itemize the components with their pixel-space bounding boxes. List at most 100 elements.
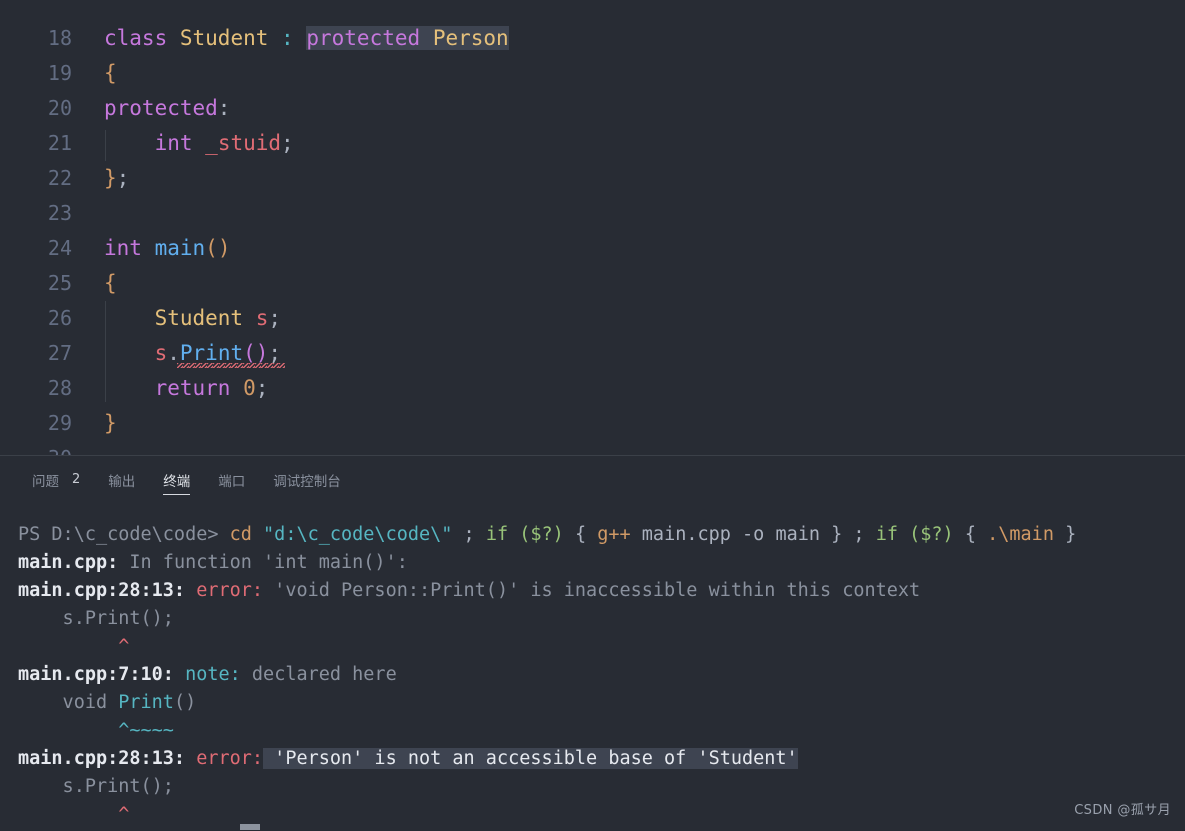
message-file: main.cpp:28:13: <box>18 748 186 769</box>
token-semicolon: ; <box>281 131 294 155</box>
command-sep2: ; <box>842 524 876 545</box>
tab-debug-console[interactable]: 调试控制台 <box>259 456 355 503</box>
message-file: main.cpp:28:13: <box>18 580 186 601</box>
token-brace-close: } <box>104 166 117 190</box>
tab-output[interactable]: 输出 <box>94 456 149 503</box>
horizontal-scrollbar-thumb[interactable] <box>240 824 260 830</box>
terminal-source-1: s.Print(); <box>18 605 1185 633</box>
command-sep1: ; <box>452 524 486 545</box>
token-brace-open: { <box>104 61 117 85</box>
message-text: 'Person' is not an accessible base of 'S… <box>263 748 798 769</box>
token-keyword-int: int <box>104 236 142 260</box>
token-colon: : <box>217 96 231 120</box>
tab-debug-console-label: 调试控制台 <box>273 473 341 490</box>
command-compile-args: main.cpp -o main <box>641 524 821 545</box>
terminal-message-1: main.cpp:28:13: error: 'void Person::Pri… <box>18 577 1185 605</box>
terminal-source-3: s.Print(); <box>18 773 1185 801</box>
token-colon: : <box>281 26 294 50</box>
horizontal-scrollbar[interactable] <box>0 824 1185 831</box>
token-keyword-int: int <box>154 131 193 155</box>
token-type-person: Person <box>432 26 509 50</box>
code-content-25: int main() <box>104 231 230 266</box>
tab-problems-label: 问题 <box>32 473 59 490</box>
code-line-30: 30 } <box>0 406 1185 455</box>
tab-problems-count: 2 <box>72 472 81 487</box>
code-lines: 18 19 class Student : protected Person 2… <box>0 0 1185 455</box>
editor-selection: protected Person <box>306 26 509 50</box>
code-line-20: 20 { <box>0 56 1185 120</box>
code-line-21: 21 protected: <box>0 91 1185 155</box>
code-content-29: return 0; <box>104 371 269 406</box>
code-content-23: }; <box>104 161 129 196</box>
code-line-24: 24 <box>0 196 1185 260</box>
message-file: main.cpp:7:10: <box>18 664 174 685</box>
token-semicolon: ; <box>255 376 269 400</box>
terminal-command-line: PS D:\c_code\code> cd "d:\c_code\code\" … <box>18 521 1185 549</box>
tab-ports[interactable]: 端口 <box>204 456 259 503</box>
message-text: In function 'int main()': <box>118 552 408 573</box>
message-file: main.cpp: <box>18 552 119 573</box>
tab-problems[interactable]: 问题 2 <box>18 456 94 503</box>
code-content-20: { <box>104 56 117 91</box>
terminal-source-2: void Print() <box>18 692 197 713</box>
command-cd: cd <box>229 524 252 545</box>
tab-terminal[interactable]: 终端 <box>149 456 204 503</box>
code-line-26: 26 { <box>0 266 1185 330</box>
terminal-output[interactable]: PS D:\c_code\code> cd "d:\c_code\code\" … <box>0 503 1185 831</box>
code-line-19: 19 class Student : protected Person <box>0 21 1185 85</box>
tab-ports-label: 端口 <box>218 473 246 490</box>
code-line-18: 18 <box>0 0 1185 50</box>
terminal-message-3: main.cpp:28:13: error: 'Person' is not a… <box>18 745 1185 773</box>
message-kind: error: <box>196 580 264 601</box>
code-line-23: 23 }; <box>0 161 1185 225</box>
token-var-s: s <box>255 306 269 330</box>
command-run: .\main <box>987 524 1054 545</box>
message-text: declared here <box>240 664 397 685</box>
message-source-symbol: Print <box>118 692 174 713</box>
code-line-28: 28 s.Print(); <box>0 336 1185 400</box>
command-cond2: ($?) <box>909 524 954 545</box>
token-function-print: Print <box>179 341 244 365</box>
token-semicolon: ; <box>268 306 282 330</box>
token-parens: () <box>243 341 269 365</box>
terminal-caret-2: ^~~~~ <box>18 717 1185 745</box>
code-line-29: 29 return 0; <box>0 371 1185 435</box>
token-number-zero: 0 <box>243 376 256 400</box>
token-brace-open: { <box>104 271 117 295</box>
code-line-27: 27 Student s; <box>0 301 1185 365</box>
code-content-27: Student s; <box>104 301 281 336</box>
panel-tab-bar: 问题 2 输出 终端 端口 调试控制台 <box>0 456 1185 503</box>
message-kind: error: <box>196 748 264 769</box>
bottom-panel: 问题 2 输出 终端 端口 调试控制台 PS D:\c_code\code> c… <box>0 455 1185 831</box>
command-brace-close1: } <box>831 524 843 545</box>
tab-terminal-label: 终端 <box>163 473 191 490</box>
command-if1: if <box>485 524 509 545</box>
token-keyword-protected-label: protected <box>104 96 218 120</box>
token-keyword-return: return <box>154 376 231 400</box>
command-brace-close2: } <box>1065 524 1077 545</box>
token-semicolon: ; <box>268 341 282 365</box>
command-brace-open1: { <box>574 524 587 545</box>
code-line-25: 25 int main() <box>0 231 1185 295</box>
command-path: "d:\c_code\code\" <box>263 524 453 545</box>
token-function-main: main <box>154 236 206 260</box>
terminal-message-0: main.cpp: In function 'int main()': <box>18 549 1185 577</box>
vscode-window: 18 19 class Student : protected Person 2… <box>0 0 1185 831</box>
token-var-stuid: _stuid <box>205 131 282 155</box>
code-content-19: class Student : protected Person <box>104 21 509 56</box>
command-compiler: g++ <box>597 524 631 545</box>
code-content-26: { <box>104 266 117 301</box>
token-type-student: Student <box>154 306 244 330</box>
message-caret: ^ <box>118 636 130 657</box>
token-semicolon: ; <box>116 166 130 190</box>
message-caret: ^~~~~ <box>118 720 174 741</box>
token-keyword-class: class <box>104 26 168 50</box>
terminal-prompt: PS D:\c_code\code> <box>18 524 219 545</box>
terminal-selection: 'Person' is not an accessible base of 'S… <box>263 748 798 769</box>
command-cond1: ($?) <box>519 524 564 545</box>
message-source: s.Print(); <box>18 608 174 629</box>
code-editor[interactable]: 18 19 class Student : protected Person 2… <box>0 0 1185 455</box>
token-type-student: Student <box>179 26 269 50</box>
line-number: 30 <box>0 441 72 455</box>
token-dot: . <box>167 341 180 365</box>
